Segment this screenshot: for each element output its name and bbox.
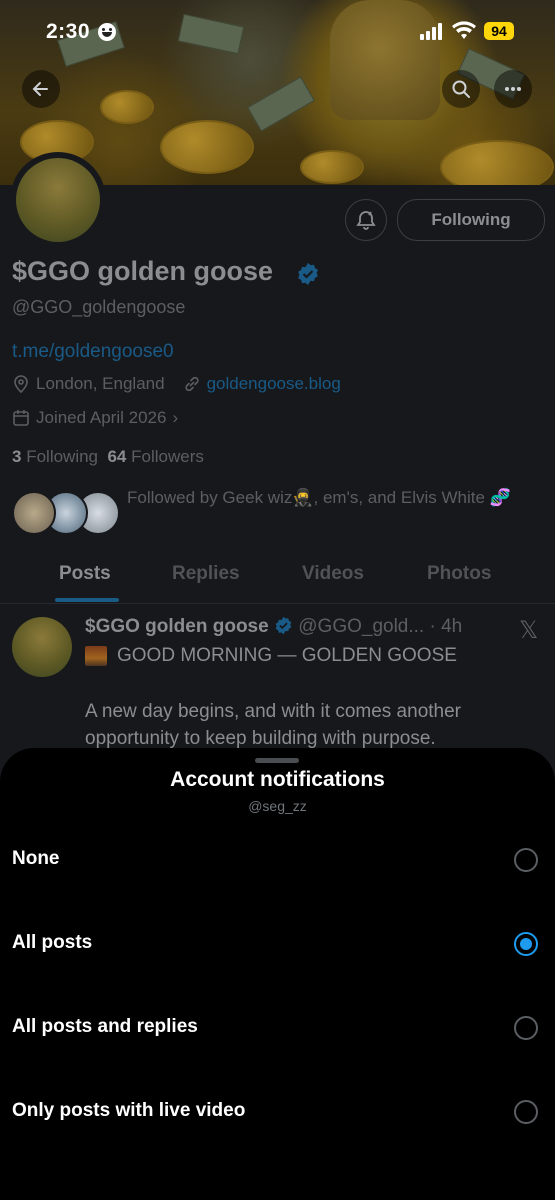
status-time: 2:30 bbox=[46, 20, 91, 43]
tab-posts[interactable]: Posts bbox=[59, 563, 111, 585]
back-button[interactable] bbox=[22, 70, 60, 108]
more-button[interactable] bbox=[494, 70, 532, 108]
wifi-icon bbox=[452, 21, 476, 39]
radio-button[interactable] bbox=[514, 848, 538, 872]
smiley-icon bbox=[98, 23, 116, 41]
followers-label[interactable]: Followers bbox=[131, 447, 204, 466]
post-header: $GGO golden goose @GGO_gold... · 4h bbox=[85, 616, 462, 638]
option-label: All posts bbox=[12, 932, 93, 953]
post-headline: GOOD MORNING — GOLDEN GOOSE bbox=[117, 645, 457, 666]
location-icon bbox=[14, 375, 28, 393]
account-notifications-sheet: Account notifications @seg_zz None All p… bbox=[0, 748, 555, 1200]
chevron-right-icon: › bbox=[172, 408, 179, 427]
post-headline-row: GOOD MORNING — GOLDEN GOOSE bbox=[85, 645, 457, 667]
option-label: None bbox=[12, 848, 60, 869]
battery-indicator: 94 bbox=[484, 22, 514, 40]
radio-button[interactable] bbox=[514, 1016, 538, 1040]
back-arrow-icon bbox=[32, 82, 48, 96]
search-button[interactable] bbox=[442, 70, 480, 108]
sheet-grabber[interactable] bbox=[255, 758, 299, 763]
profile-name: $GGO golden goose bbox=[12, 256, 274, 286]
profile-avatar[interactable] bbox=[10, 152, 106, 248]
x-logo-icon: 𝕏 bbox=[519, 617, 539, 644]
radio-button[interactable] bbox=[514, 1100, 538, 1124]
tab-replies[interactable]: Replies bbox=[172, 563, 240, 585]
following-button[interactable]: Following bbox=[397, 199, 545, 241]
followed-by-text[interactable]: Followed by Geek wiz🥷, em's, and Elvis W… bbox=[127, 487, 537, 509]
profile-website[interactable]: goldengoose.blog bbox=[207, 374, 341, 394]
tab-photos[interactable]: Photos bbox=[427, 563, 491, 585]
post-handle-time: @GGO_gold... · 4h bbox=[298, 616, 463, 637]
option-label: Only posts with live video bbox=[12, 1100, 246, 1121]
sheet-subtitle: @seg_zz bbox=[248, 798, 307, 814]
option-label: All posts and replies bbox=[12, 1016, 198, 1037]
profile-handle: @GGO_goldengoose bbox=[12, 297, 186, 317]
followers-count[interactable]: 64 bbox=[107, 447, 126, 466]
post-body: A new day begins, and with it comes anot… bbox=[85, 701, 462, 749]
radio-button-selected[interactable] bbox=[514, 932, 538, 956]
active-tab-indicator bbox=[55, 598, 119, 602]
profile-tabs: Posts Replies Videos Photos bbox=[0, 555, 555, 604]
link-icon bbox=[184, 376, 199, 392]
profile-page: 2:30 94 Following $GGO golden goose @GGO… bbox=[0, 0, 555, 1200]
search-icon bbox=[452, 80, 470, 98]
following-label[interactable]: Following bbox=[26, 447, 98, 466]
bell-icon bbox=[356, 211, 376, 230]
option-all-posts-and-replies[interactable]: All posts and replies bbox=[0, 988, 555, 1072]
post-author[interactable]: $GGO golden goose bbox=[85, 616, 269, 637]
option-live-video[interactable]: Only posts with live video bbox=[0, 1072, 555, 1156]
signal-icon bbox=[420, 23, 446, 40]
more-icon bbox=[505, 87, 521, 91]
notifications-bell-button[interactable] bbox=[345, 199, 387, 241]
sheet-title: Account notifications bbox=[170, 768, 385, 791]
option-none[interactable]: None bbox=[0, 820, 555, 904]
status-bar: 2:30 94 bbox=[0, 0, 555, 64]
follow-stats: 3 Following 64 Followers bbox=[12, 447, 204, 467]
sunrise-icon bbox=[85, 646, 107, 666]
option-all-posts[interactable]: All posts bbox=[0, 904, 555, 988]
profile-location: London, England bbox=[36, 374, 165, 393]
profile-meta-joined-row[interactable]: Joined April 2026 › bbox=[12, 408, 178, 428]
profile-meta-location-row: London, England goldengoose.blog bbox=[12, 374, 341, 394]
verified-badge-icon bbox=[275, 616, 292, 635]
following-count[interactable]: 3 bbox=[12, 447, 21, 466]
profile-link[interactable]: t.me/goldengoose0 bbox=[12, 341, 174, 363]
calendar-icon bbox=[13, 410, 29, 426]
post-avatar[interactable] bbox=[12, 617, 72, 677]
verified-badge-icon bbox=[298, 263, 318, 285]
follower-avatar bbox=[12, 491, 56, 535]
profile-joined: Joined April 2026 bbox=[36, 408, 167, 427]
tab-videos[interactable]: Videos bbox=[302, 563, 364, 585]
